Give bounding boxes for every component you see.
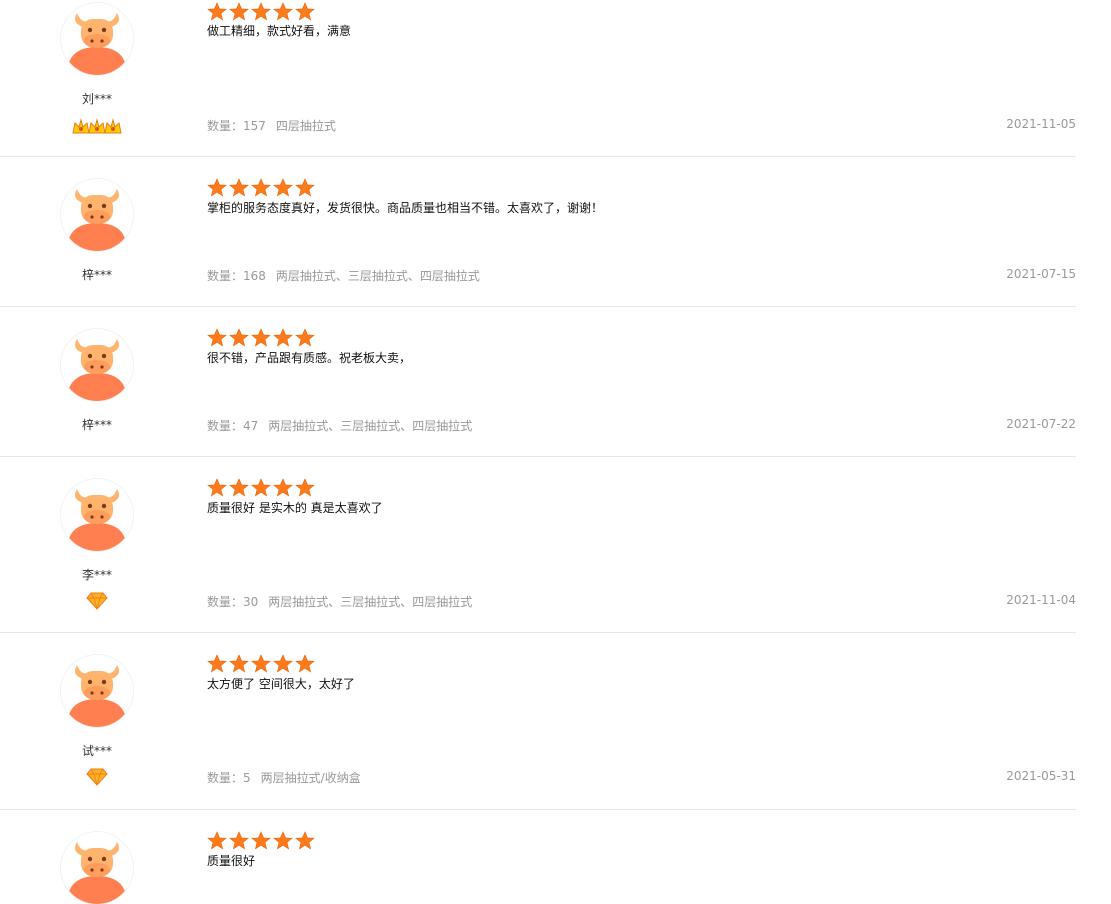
quantity-value: 47: [243, 419, 259, 433]
star-icon: [273, 831, 293, 850]
user-name: 试***: [81, 744, 112, 758]
quantity-label: 数量：: [207, 269, 244, 283]
star-icon: [251, 654, 271, 673]
quantity-label: 数量：: [207, 771, 244, 785]
star-icon: [251, 478, 271, 497]
review-meta: 数量：168 两层抽拉式、三层抽拉式、四层抽拉式: [207, 267, 480, 284]
user-avatar: [61, 329, 133, 401]
star-icon: [251, 328, 271, 347]
review-item: 质量很好: [0, 809, 1076, 904]
product-spec: 两层抽拉式、三层抽拉式、四层抽拉式: [268, 595, 473, 609]
review-date: 2021-11-05: [1006, 117, 1076, 131]
rating-stars: [207, 478, 317, 498]
user-avatar: [61, 179, 133, 251]
diamond-icon: [0, 768, 194, 790]
star-icon: [229, 2, 249, 21]
star-icon: [295, 178, 315, 197]
user-avatar: [61, 479, 133, 551]
user-avatar: [61, 655, 133, 727]
review-date: 2021-07-22: [1006, 417, 1076, 431]
quantity-value: 168: [243, 269, 266, 283]
review-item: 刘*** 做工精细，款式好看，满意 数量：157 四层抽拉式 2021-11-05: [0, 0, 1076, 157]
review-date: 2021-07-15: [1006, 267, 1076, 281]
review-item: 梓*** 很不错，产品跟有质感。祝老板大卖， 数量：47 两层抽拉式、三层抽拉式、…: [0, 306, 1076, 457]
review-meta: 数量：5 两层抽拉式/收纳盒: [207, 769, 361, 786]
star-icon: [295, 2, 315, 21]
star-icon: [273, 654, 293, 673]
rating-stars: [207, 328, 317, 348]
user-name: 梓***: [81, 418, 112, 432]
star-icon: [229, 654, 249, 673]
user-name: 李***: [81, 568, 112, 582]
quantity-value: 157: [243, 119, 266, 133]
star-icon: [207, 178, 227, 197]
star-icon: [207, 478, 227, 497]
review-item: 试*** 太方便了 空间很大，太好了 数量：5 两层抽拉式/收纳盒 2021-05…: [0, 632, 1076, 810]
star-icon: [251, 178, 271, 197]
star-icon: [229, 831, 249, 850]
product-spec: 两层抽拉式、三层抽拉式、四层抽拉式: [268, 419, 473, 433]
product-spec: 两层抽拉式/收纳盒: [260, 771, 361, 785]
star-icon: [273, 328, 293, 347]
three-crown-icon: [0, 115, 194, 139]
review-date: 2021-11-04: [1006, 593, 1076, 607]
star-icon: [295, 654, 315, 673]
star-icon: [295, 478, 315, 497]
product-spec: 两层抽拉式、三层抽拉式、四层抽拉式: [275, 269, 480, 283]
quantity-label: 数量：: [207, 595, 244, 609]
user-name: 刘***: [81, 92, 112, 106]
rating-stars: [207, 2, 317, 22]
star-icon: [229, 478, 249, 497]
star-icon: [229, 178, 249, 197]
star-icon: [207, 831, 227, 850]
review-comment: 掌柜的服务态度真好，发货很快。商品质量也相当不错。太喜欢了，谢谢！: [207, 201, 604, 215]
product-spec: 四层抽拉式: [275, 119, 336, 133]
review-meta: 数量：30 两层抽拉式、三层抽拉式、四层抽拉式: [207, 593, 472, 610]
star-icon: [273, 2, 293, 21]
user-name: 梓***: [81, 268, 112, 282]
review-date: 2021-05-31: [1006, 769, 1076, 783]
quantity-label: 数量：: [207, 119, 244, 133]
star-icon: [229, 328, 249, 347]
star-icon: [207, 654, 227, 673]
user-avatar: [61, 3, 133, 75]
star-icon: [251, 2, 271, 21]
rating-stars: [207, 178, 317, 198]
star-icon: [273, 478, 293, 497]
quantity-value: 5: [243, 771, 251, 785]
diamond-icon: [0, 592, 194, 614]
review-item: 李*** 质量很好 是实木的 真是太喜欢了 数量：30 两层抽拉式、三层抽拉式、四…: [0, 456, 1076, 633]
rating-stars: [207, 654, 317, 674]
star-icon: [207, 2, 227, 21]
review-comment: 做工精细，款式好看，满意: [207, 24, 352, 38]
review-comment: 很不错，产品跟有质感。祝老板大卖，: [207, 351, 412, 365]
quantity-label: 数量：: [207, 419, 244, 433]
user-avatar: [61, 832, 133, 904]
review-comment: 质量很好 是实木的 真是太喜欢了: [207, 501, 383, 515]
review-meta: 数量：157 四层抽拉式: [207, 117, 336, 134]
review-meta: 数量：47 两层抽拉式、三层抽拉式、四层抽拉式: [207, 417, 472, 434]
star-icon: [295, 831, 315, 850]
review-comment: 质量很好: [207, 854, 256, 868]
rating-stars: [207, 831, 317, 851]
star-icon: [295, 328, 315, 347]
quantity-value: 30: [243, 595, 259, 609]
star-icon: [251, 831, 271, 850]
review-item: 梓*** 掌柜的服务态度真好，发货很快。商品质量也相当不错。太喜欢了，谢谢！ 数…: [0, 156, 1076, 307]
star-icon: [273, 178, 293, 197]
review-comment: 太方便了 空间很大，太好了: [207, 677, 355, 691]
star-icon: [207, 328, 227, 347]
